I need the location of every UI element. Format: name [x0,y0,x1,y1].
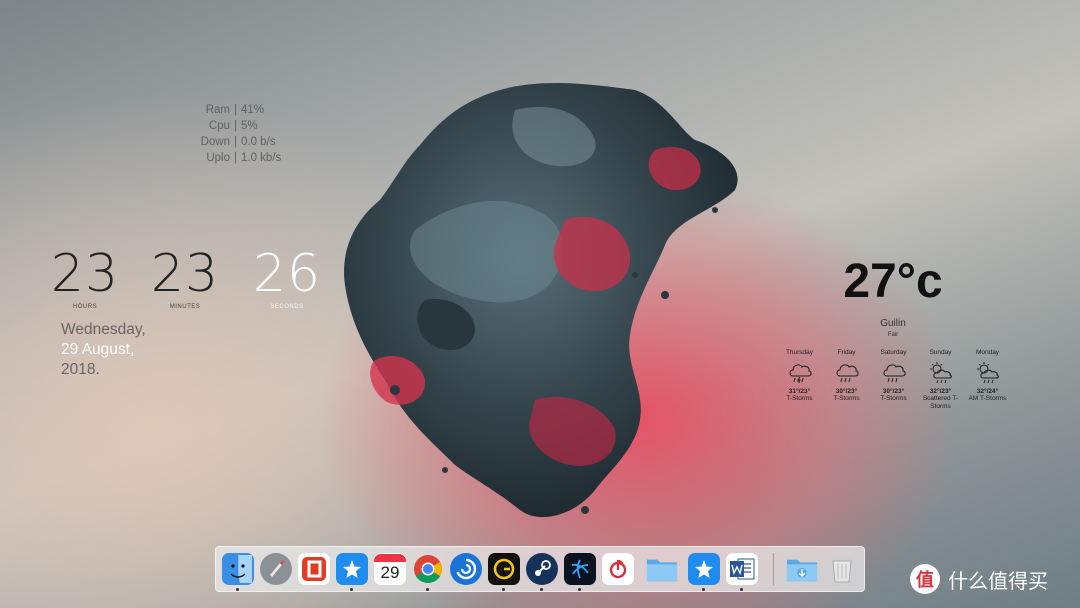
cloud-rain-icon [870,360,917,386]
forecast-day-name: Saturday [880,349,907,356]
stat-row-cpu: Cpu | 5% [150,118,320,134]
clock-seconds-label: SECONDS [270,304,304,310]
forecast-day-name: Monday [975,349,1000,356]
forecast-condition: T-Storms [833,395,860,402]
office-icon[interactable] [298,553,330,585]
dock: 29 [215,546,865,592]
running-indicator [350,588,353,591]
forecast-day: Friday 30°/23° T-Storms [823,349,870,411]
clock-seconds: 26 SECONDS [242,244,332,310]
forecast-range: 32°/23° [929,388,952,395]
stat-separator: | [234,104,237,116]
calendar-date: 29 [380,563,400,582]
word-icon[interactable] [726,553,758,585]
folder-icon[interactable] [646,553,678,585]
running-indicator [740,588,743,591]
downloads-folder-icon[interactable] [786,553,818,585]
chrome-icon[interactable] [412,553,444,585]
trash-icon[interactable] [826,553,858,585]
forecast-range: 30°/23° [835,388,858,395]
stat-label: Ram [205,104,230,116]
date-month: August, [81,341,135,358]
calendar-icon[interactable]: 29 [374,553,406,585]
stat-label: Cpu [208,120,230,132]
stat-value: 1.0 kb/s [241,152,282,164]
weather-forecast: Thursday 31°/23° T-Storms Friday 30°/23°… [776,349,1011,411]
forecast-day-name: Thursday [785,349,814,356]
date-day-month: 29 August, [61,340,146,360]
uplay-icon[interactable] [450,553,482,585]
forecast-day: Saturday 30°/23° T-Storms [870,349,917,411]
stat-label: Uplo [206,152,230,164]
weather-condition: Fair [887,332,899,338]
calendar-header [374,554,406,562]
running-indicator [540,588,543,591]
forecast-day: Sunday 32°/23° Scattered T-Storms [917,349,964,411]
current-temperature: 27°c [843,255,943,308]
clock-hours-label: HOURS [72,304,98,310]
finder-icon[interactable] [222,553,254,585]
forecast-day-name: Sunday [929,349,952,356]
running-indicator [236,588,239,591]
stat-value: 0.0 b/s [241,136,276,148]
clock-seconds-value: 26 [252,244,322,304]
dingtalk-icon[interactable] [336,553,368,585]
date-year: 2018. [61,361,100,378]
clock-minutes-label: MINUTES [169,304,201,310]
forecast-range: 30°/23° [882,388,905,395]
watermark-logo: 值 [910,564,940,594]
date-widget: Wednesday, 29 August, 2018. [61,320,146,380]
netease-music-icon[interactable] [602,553,634,585]
stat-value: 41% [241,104,265,116]
forecast-day-name: Friday [837,349,856,356]
cloud-rain-icon [776,360,823,386]
forecast-day: Monday 32°/24° AM T-Storms [964,349,1011,411]
stat-row-upload: Uplo | 1.0 kb/s [150,150,320,166]
stat-separator: | [234,152,237,164]
date-weekday: Wednesday, [61,321,146,338]
running-indicator [502,588,505,591]
forecast-range: 32°/24° [976,388,999,395]
clock-minutes: 23 MINUTES [140,244,230,310]
forecast-condition: Scattered T-Storms [922,395,959,410]
stat-value: 5% [241,120,258,132]
sun-cloud-rain-icon [917,360,964,386]
dock-separator [773,553,774,585]
stat-row-down: Down | 0.0 b/s [150,134,320,150]
dingtalk-icon[interactable] [688,553,720,585]
sun-cloud-rain-icon [964,360,1011,386]
running-indicator [426,588,429,591]
launchpad-icon[interactable] [260,553,292,585]
stat-label: Down [200,136,230,148]
stat-separator: | [234,136,237,148]
weather-city: Guilin [880,318,906,329]
clock-hours-value: 23 [50,244,120,304]
date-day: 29 [61,341,79,358]
forecast-condition: T-Storms [880,395,907,402]
running-indicator [702,588,705,591]
forecast-condition: T-Storms [786,395,813,402]
clock-minutes-value: 23 [150,244,220,304]
cloud-rain-icon [823,360,870,386]
battlenet-icon[interactable] [564,553,596,585]
watermark-text: 什么值得买 [948,570,1048,593]
stat-row-ram: Ram | 41% [150,102,320,118]
game-launcher-icon[interactable] [488,553,520,585]
stat-separator: | [234,120,237,132]
running-indicator [578,588,581,591]
watermark: 值 什么值得买 [910,564,1048,594]
steam-icon[interactable] [526,553,558,585]
forecast-day: Thursday 31°/23° T-Storms [776,349,823,411]
abstract-sculpture-artwork [344,83,738,518]
forecast-range: 31°/23° [788,388,811,395]
system-stats-widget: Ram | 41% Cpu | 5% Down | 0.0 b/s Uplo |… [150,102,320,166]
clock-hours: 23 HOURS [40,244,130,310]
forecast-condition: AM T-Storms [968,395,1007,402]
